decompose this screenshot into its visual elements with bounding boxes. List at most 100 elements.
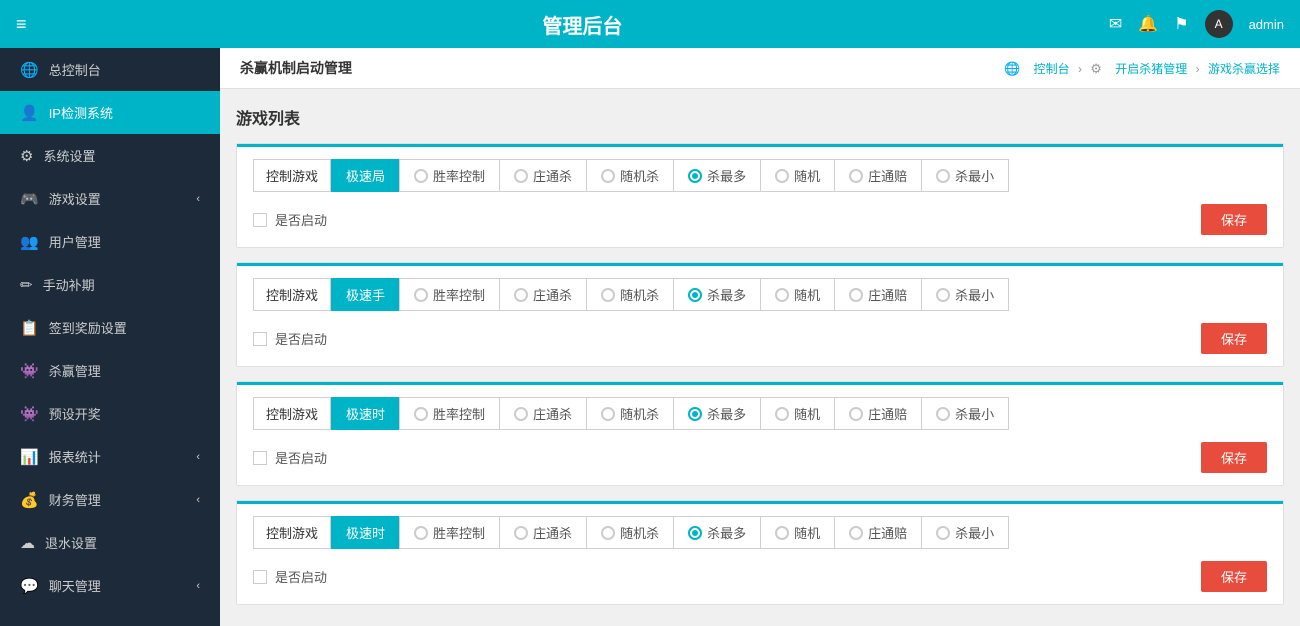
game-label-2: 控制游戏 bbox=[253, 278, 331, 311]
radio-win-rate-4[interactable]: 胜率控制 bbox=[399, 516, 500, 549]
radio-circle-4-6 bbox=[936, 526, 950, 540]
radio-random-3[interactable]: 随机 bbox=[760, 397, 835, 430]
radio-circle-1-6 bbox=[936, 169, 950, 183]
finance-arrow-icon: ‹ bbox=[196, 494, 200, 506]
sidebar-label-reports: 报表统计 bbox=[49, 447, 101, 466]
radio-kill-most-4[interactable]: 杀最多 bbox=[673, 516, 761, 549]
sidebar-item-user-management[interactable]: 👥 用户管理 bbox=[0, 220, 220, 263]
radio-banker-kill-1[interactable]: 庄通杀 bbox=[499, 159, 587, 192]
flag-icon[interactable]: ⚑ bbox=[1174, 14, 1188, 34]
radio-circle-2-6 bbox=[936, 288, 950, 302]
radio-label-2-4: 随机 bbox=[794, 285, 820, 304]
enable-row-2: 是否启动 bbox=[253, 329, 327, 348]
game-badge-4[interactable]: 极速时 bbox=[331, 516, 400, 549]
breadcrumb-link-2[interactable]: 开启杀猪管理 bbox=[1115, 62, 1187, 76]
radio-label-1-0: 胜率控制 bbox=[433, 166, 485, 185]
radio-kill-min-3[interactable]: 杀最小 bbox=[921, 397, 1009, 430]
radio-banker-kill-3[interactable]: 庄通杀 bbox=[499, 397, 587, 430]
sidebar-item-chat[interactable]: 💬 聊天管理 ‹ bbox=[0, 564, 220, 607]
sidebar-item-system-settings[interactable]: ⚙ 系统设置 bbox=[0, 134, 220, 177]
sidebar-item-ip-detection[interactable]: 👤 IP检测系统 bbox=[0, 91, 220, 134]
radio-kill-most-3[interactable]: 杀最多 bbox=[673, 397, 761, 430]
radio-circle-4-0 bbox=[414, 526, 428, 540]
radio-circle-3-0 bbox=[414, 407, 428, 421]
radio-circle-3-6 bbox=[936, 407, 950, 421]
radio-random-kill-2[interactable]: 随机杀 bbox=[586, 278, 674, 311]
sidebar-label-system: 系统设置 bbox=[43, 146, 95, 165]
radio-random-kill-3[interactable]: 随机杀 bbox=[586, 397, 674, 430]
sidebar-item-preset[interactable]: 👾 预设开奖 bbox=[0, 392, 220, 435]
sidebar-label-ip: IP检测系统 bbox=[49, 103, 113, 122]
radio-kill-min-4[interactable]: 杀最小 bbox=[921, 516, 1009, 549]
breadcrumb-link-1[interactable]: 控制台 bbox=[1034, 62, 1070, 76]
radio-group-2: 胜率控制 庄通杀 随机杀 bbox=[400, 278, 1267, 311]
radio-banker-comp-2[interactable]: 庄通赔 bbox=[834, 278, 922, 311]
breadcrumb-sep4: › bbox=[1196, 62, 1200, 76]
sidebar-item-finance[interactable]: 💰 财务管理 ‹ bbox=[0, 478, 220, 521]
radio-kill-most-2[interactable]: 杀最多 bbox=[673, 278, 761, 311]
radio-circle-4-5 bbox=[849, 526, 863, 540]
enable-label-4: 是否启动 bbox=[275, 567, 327, 586]
game-icon: 🎮 bbox=[20, 190, 39, 208]
save-button-4[interactable]: 保存 bbox=[1201, 561, 1267, 592]
radio-label-4-1: 庄通杀 bbox=[533, 523, 572, 542]
save-button-1[interactable]: 保存 bbox=[1201, 204, 1267, 235]
radio-circle-3-1 bbox=[514, 407, 528, 421]
radio-circle-3-4 bbox=[775, 407, 789, 421]
radio-random-kill-1[interactable]: 随机杀 bbox=[586, 159, 674, 192]
radio-circle-4-3 bbox=[688, 526, 702, 540]
radio-label-2-1: 庄通杀 bbox=[533, 285, 572, 304]
sidebar-item-game-settings[interactable]: 🎮 游戏设置 ‹ bbox=[0, 177, 220, 220]
radio-random-1[interactable]: 随机 bbox=[760, 159, 835, 192]
enable-checkbox-2[interactable] bbox=[253, 332, 267, 346]
radio-banker-kill-2[interactable]: 庄通杀 bbox=[499, 278, 587, 311]
radio-label-2-3: 杀最多 bbox=[707, 285, 746, 304]
radio-label-3-3: 杀最多 bbox=[707, 404, 746, 423]
game-badge-2[interactable]: 极速手 bbox=[331, 278, 400, 311]
game-badge-1[interactable]: 极速局 bbox=[331, 159, 400, 192]
radio-win-rate-3[interactable]: 胜率控制 bbox=[399, 397, 500, 430]
radio-banker-kill-4[interactable]: 庄通杀 bbox=[499, 516, 587, 549]
main: 杀赢机制启动管理 🌐 控制台 › ⚙ 开启杀猪管理 › 游戏杀赢选择 游戏列表 bbox=[220, 48, 1300, 626]
radio-kill-most-1[interactable]: 杀最多 bbox=[673, 159, 761, 192]
game-badge-3[interactable]: 极速时 bbox=[331, 397, 400, 430]
radio-banker-comp-4[interactable]: 庄通赔 bbox=[834, 516, 922, 549]
enable-checkbox-1[interactable] bbox=[253, 213, 267, 227]
radio-banker-comp-3[interactable]: 庄通赔 bbox=[834, 397, 922, 430]
radio-random-kill-4[interactable]: 随机杀 bbox=[586, 516, 674, 549]
radio-kill-min-1[interactable]: 杀最小 bbox=[921, 159, 1009, 192]
avatar[interactable]: A bbox=[1205, 10, 1233, 38]
radio-circle-1-4 bbox=[775, 169, 789, 183]
sidebar-item-reports[interactable]: 📊 报表统计 ‹ bbox=[0, 435, 220, 478]
mail-icon[interactable]: ✉ bbox=[1109, 14, 1122, 34]
layout: 🌐 总控制台 👤 IP检测系统 ⚙ 系统设置 🎮 游戏设置 ‹ 👥 用户管理 ✏… bbox=[0, 48, 1300, 626]
enable-checkbox-4[interactable] bbox=[253, 570, 267, 584]
sidebar-item-manual[interactable]: ✏ 手动补期 bbox=[0, 263, 220, 306]
sidebar-item-signin[interactable]: 📋 签到奖励设置 bbox=[0, 306, 220, 349]
radio-kill-min-2[interactable]: 杀最小 bbox=[921, 278, 1009, 311]
game-card-3-header: 控制游戏 极速时 胜率控制 庄通杀 bbox=[237, 382, 1283, 430]
sidebar-item-kill-management[interactable]: 👾 杀赢管理 bbox=[0, 349, 220, 392]
radio-win-rate-1[interactable]: 胜率控制 bbox=[399, 159, 500, 192]
preset-icon: 👾 bbox=[20, 405, 39, 423]
sidebar-item-rebate[interactable]: ☁ 退水设置 bbox=[0, 521, 220, 564]
radio-win-rate-2[interactable]: 胜率控制 bbox=[399, 278, 500, 311]
chat-icon: 💬 bbox=[20, 577, 39, 595]
users-icon: 👥 bbox=[20, 233, 39, 251]
sidebar-label-manual: 手动补期 bbox=[43, 275, 95, 294]
bell-icon[interactable]: 🔔 bbox=[1138, 14, 1158, 34]
enable-label-1: 是否启动 bbox=[275, 210, 327, 229]
radio-label-4-0: 胜率控制 bbox=[433, 523, 485, 542]
save-button-2[interactable]: 保存 bbox=[1201, 323, 1267, 354]
rebate-icon: ☁ bbox=[20, 534, 35, 552]
enable-checkbox-3[interactable] bbox=[253, 451, 267, 465]
radio-random-4[interactable]: 随机 bbox=[760, 516, 835, 549]
reports-icon: 📊 bbox=[20, 448, 39, 466]
radio-random-2[interactable]: 随机 bbox=[760, 278, 835, 311]
sidebar-item-dashboard[interactable]: 🌐 总控制台 bbox=[0, 48, 220, 91]
radio-banker-comp-1[interactable]: 庄通赔 bbox=[834, 159, 922, 192]
enable-row-3: 是否启动 bbox=[253, 448, 327, 467]
save-button-3[interactable]: 保存 bbox=[1201, 442, 1267, 473]
hamburger-button[interactable]: ≡ bbox=[16, 14, 27, 35]
ip-icon: 👤 bbox=[20, 104, 39, 122]
